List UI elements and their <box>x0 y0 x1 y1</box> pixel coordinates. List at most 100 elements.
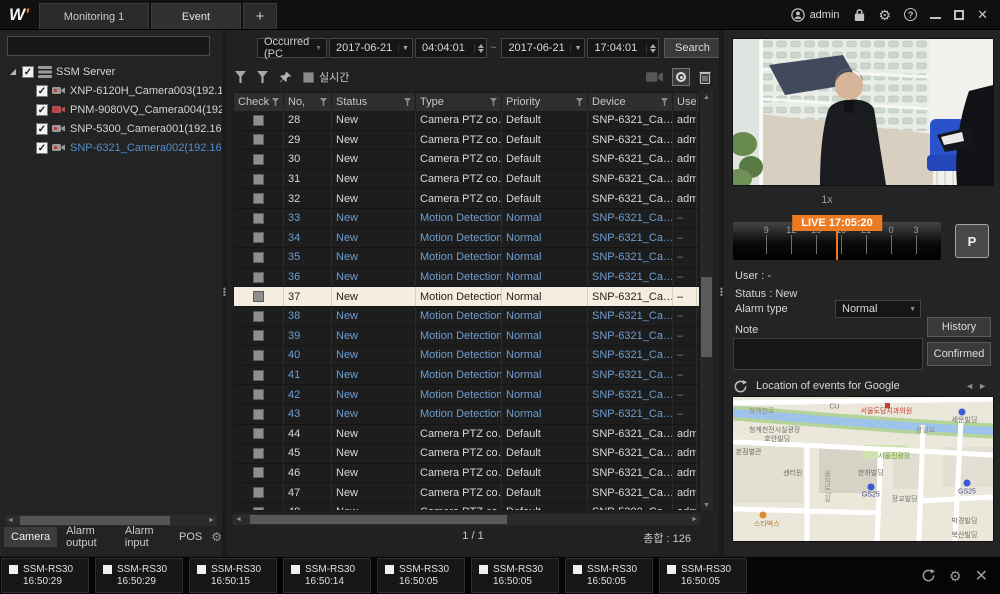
column-filter-icon[interactable] <box>272 98 279 106</box>
tree-node-camera[interactable]: ✓XNP-6120H_Camera003(192.16 <box>0 81 222 100</box>
event-tile[interactable]: SSM-RS3016:50:05 <box>377 558 465 593</box>
calendar-dropdown-icon[interactable]: ▼ <box>570 45 584 52</box>
column-header-no[interactable]: No, <box>284 93 332 111</box>
table-row[interactable]: 44NewCamera PTZ co…DefaultSNP-6321_Ca…ad… <box>234 425 699 445</box>
history-button[interactable]: History <box>927 317 991 337</box>
time-spinner[interactable] <box>474 44 486 53</box>
tree-node-camera[interactable]: ✓SNP-6321_Camera002(192.168. <box>0 138 222 157</box>
tree-search-input[interactable] <box>7 36 210 56</box>
table-row[interactable]: 47NewCamera PTZ co…DefaultSNP-6321_Ca…ad… <box>234 483 699 503</box>
row-checkbox-cell[interactable] <box>234 209 284 228</box>
column-header-check[interactable]: Check <box>234 93 284 111</box>
row-checkbox-cell[interactable] <box>234 248 284 267</box>
row-checkbox-cell[interactable] <box>234 385 284 404</box>
row-checkbox[interactable] <box>253 115 264 126</box>
tree-checkbox[interactable]: ✓ <box>36 104 48 116</box>
column-filter-icon[interactable] <box>490 98 497 106</box>
maximize-button[interactable] <box>954 10 964 20</box>
tree-checkbox[interactable]: ✓ <box>22 66 34 78</box>
table-row[interactable]: 29NewCamera PTZ co…DefaultSNP-6321_Ca…ad… <box>234 131 699 151</box>
table-row[interactable]: 42NewMotion DetectionNormalSNP-6321_Ca…– <box>234 385 699 405</box>
settings-gear-icon[interactable]: ⚙ <box>879 8 892 22</box>
filter-clear-icon[interactable] <box>257 71 268 83</box>
row-checkbox-cell[interactable] <box>234 425 284 444</box>
row-checkbox-cell[interactable] <box>234 189 284 208</box>
scroll-up-icon[interactable]: ▲ <box>700 94 713 101</box>
table-row[interactable]: 33NewMotion DetectionNormalSNP-6321_Ca…– <box>234 209 699 229</box>
tab-monitoring-1[interactable]: Monitoring 1 <box>39 3 149 29</box>
event-tile[interactable]: SSM-RS3016:50:15 <box>189 558 277 593</box>
table-row[interactable]: 41NewMotion DetectionNormalSNP-6321_Ca…– <box>234 366 699 386</box>
tree-expander-icon[interactable]: ◢ <box>8 67 18 76</box>
left-tabs-settings-icon[interactable]: ⚙ <box>211 531 222 543</box>
column-header-type[interactable]: Type <box>416 93 502 111</box>
column-filter-icon[interactable] <box>320 98 327 106</box>
row-checkbox[interactable] <box>253 134 264 145</box>
tree-node-ssm-server[interactable]: ◢✓SSM Server <box>0 62 222 81</box>
scrollbar-thumb[interactable] <box>701 277 712 357</box>
row-checkbox[interactable] <box>253 252 264 263</box>
source-tab-camera[interactable]: Camera <box>4 527 57 547</box>
row-checkbox-cell[interactable] <box>234 229 284 248</box>
tree-node-camera[interactable]: ✓SNP-5300_Camera001(192.168. <box>0 119 222 138</box>
tree-checkbox[interactable]: ✓ <box>36 85 48 97</box>
scroll-right-icon[interactable]: ► <box>689 516 700 523</box>
table-row[interactable]: 46NewCamera PTZ co…DefaultSNP-6321_Ca…ad… <box>234 464 699 484</box>
source-tab-alarm-input[interactable]: Alarm input <box>118 521 170 553</box>
row-checkbox[interactable] <box>253 174 264 185</box>
row-checkbox-cell[interactable] <box>234 111 284 130</box>
row-checkbox-cell[interactable] <box>234 366 284 385</box>
scrollbar-thumb[interactable] <box>250 515 507 524</box>
table-row[interactable]: 28NewCamera PTZ co…DefaultSNP-6321_Ca…ad… <box>234 111 699 131</box>
tree-checkbox[interactable]: ✓ <box>36 123 48 135</box>
column-header-status[interactable]: Status <box>332 93 416 111</box>
row-checkbox-cell[interactable] <box>234 503 284 511</box>
row-checkbox-cell[interactable] <box>234 287 284 306</box>
row-checkbox[interactable] <box>253 389 264 400</box>
note-textarea[interactable] <box>733 338 923 370</box>
row-checkbox[interactable] <box>253 487 264 498</box>
filter-icon[interactable] <box>235 71 246 83</box>
event-tile[interactable]: SSM-RS3016:50:29 <box>1 558 89 593</box>
time-field-select[interactable]: Occurred (PC▼ <box>257 38 327 58</box>
row-checkbox[interactable] <box>253 428 264 439</box>
table-row[interactable]: 32NewCamera PTZ co…DefaultSNP-6321_Ca…ad… <box>234 189 699 209</box>
table-row[interactable]: 39NewMotion DetectionNormalSNP-6321_Ca…– <box>234 327 699 347</box>
row-checkbox-cell[interactable] <box>234 150 284 169</box>
row-checkbox[interactable] <box>253 370 264 381</box>
column-header-device[interactable]: Device <box>588 93 673 111</box>
row-checkbox[interactable] <box>253 507 264 511</box>
confirmed-button[interactable]: Confirmed <box>927 342 991 366</box>
record-icon[interactable] <box>672 68 690 86</box>
delete-trash-icon[interactable] <box>699 70 711 84</box>
table-row[interactable]: 36NewMotion DetectionNormalSNP-6321_Ca…– <box>234 268 699 288</box>
lock-icon[interactable] <box>853 8 866 22</box>
table-row[interactable]: 38NewMotion DetectionNormalSNP-6321_Ca…– <box>234 307 699 327</box>
table-row[interactable]: 30NewCamera PTZ co…DefaultSNP-6321_Ca…ad… <box>234 150 699 170</box>
tree-node-camera[interactable]: ✓PNM-9080VQ_Camera004(192. <box>0 100 222 119</box>
scroll-left-icon[interactable]: ◄ <box>233 516 244 523</box>
row-checkbox[interactable] <box>253 213 264 224</box>
minimize-button[interactable] <box>930 11 941 19</box>
event-tile[interactable]: SSM-RS3016:50:05 <box>471 558 559 593</box>
playback-timeline[interactable]: 30211815129 LIVE 17:05:20 <box>733 222 941 260</box>
column-header-priority[interactable]: Priority <box>502 93 588 111</box>
time-spinner[interactable] <box>646 44 658 53</box>
prev-location-icon[interactable]: ◄ <box>965 381 978 391</box>
table-row[interactable]: 34NewMotion DetectionNormalSNP-6321_Ca…– <box>234 229 699 249</box>
row-checkbox[interactable] <box>253 232 264 243</box>
event-tile[interactable]: SSM-RS3016:50:05 <box>565 558 653 593</box>
column-filter-icon[interactable] <box>661 98 668 106</box>
column-header-user[interactable]: User▲ <box>673 93 697 111</box>
from-time-input[interactable]: 04:04:01 <box>415 38 487 58</box>
add-tab-button[interactable]: + <box>243 3 277 29</box>
to-time-input[interactable]: 17:04:01 <box>587 38 659 58</box>
row-checkbox[interactable] <box>253 409 264 420</box>
row-checkbox-cell[interactable] <box>234 405 284 424</box>
tree-checkbox[interactable]: ✓ <box>36 142 48 154</box>
row-checkbox[interactable] <box>253 448 264 459</box>
from-date-picker[interactable]: 2017-06-21▼ <box>329 38 413 58</box>
column-filter-icon[interactable] <box>576 98 583 106</box>
table-vertical-scrollbar[interactable]: ▲ ▼ <box>700 92 713 511</box>
ticker-close-icon[interactable]: ✕ <box>975 566 988 586</box>
